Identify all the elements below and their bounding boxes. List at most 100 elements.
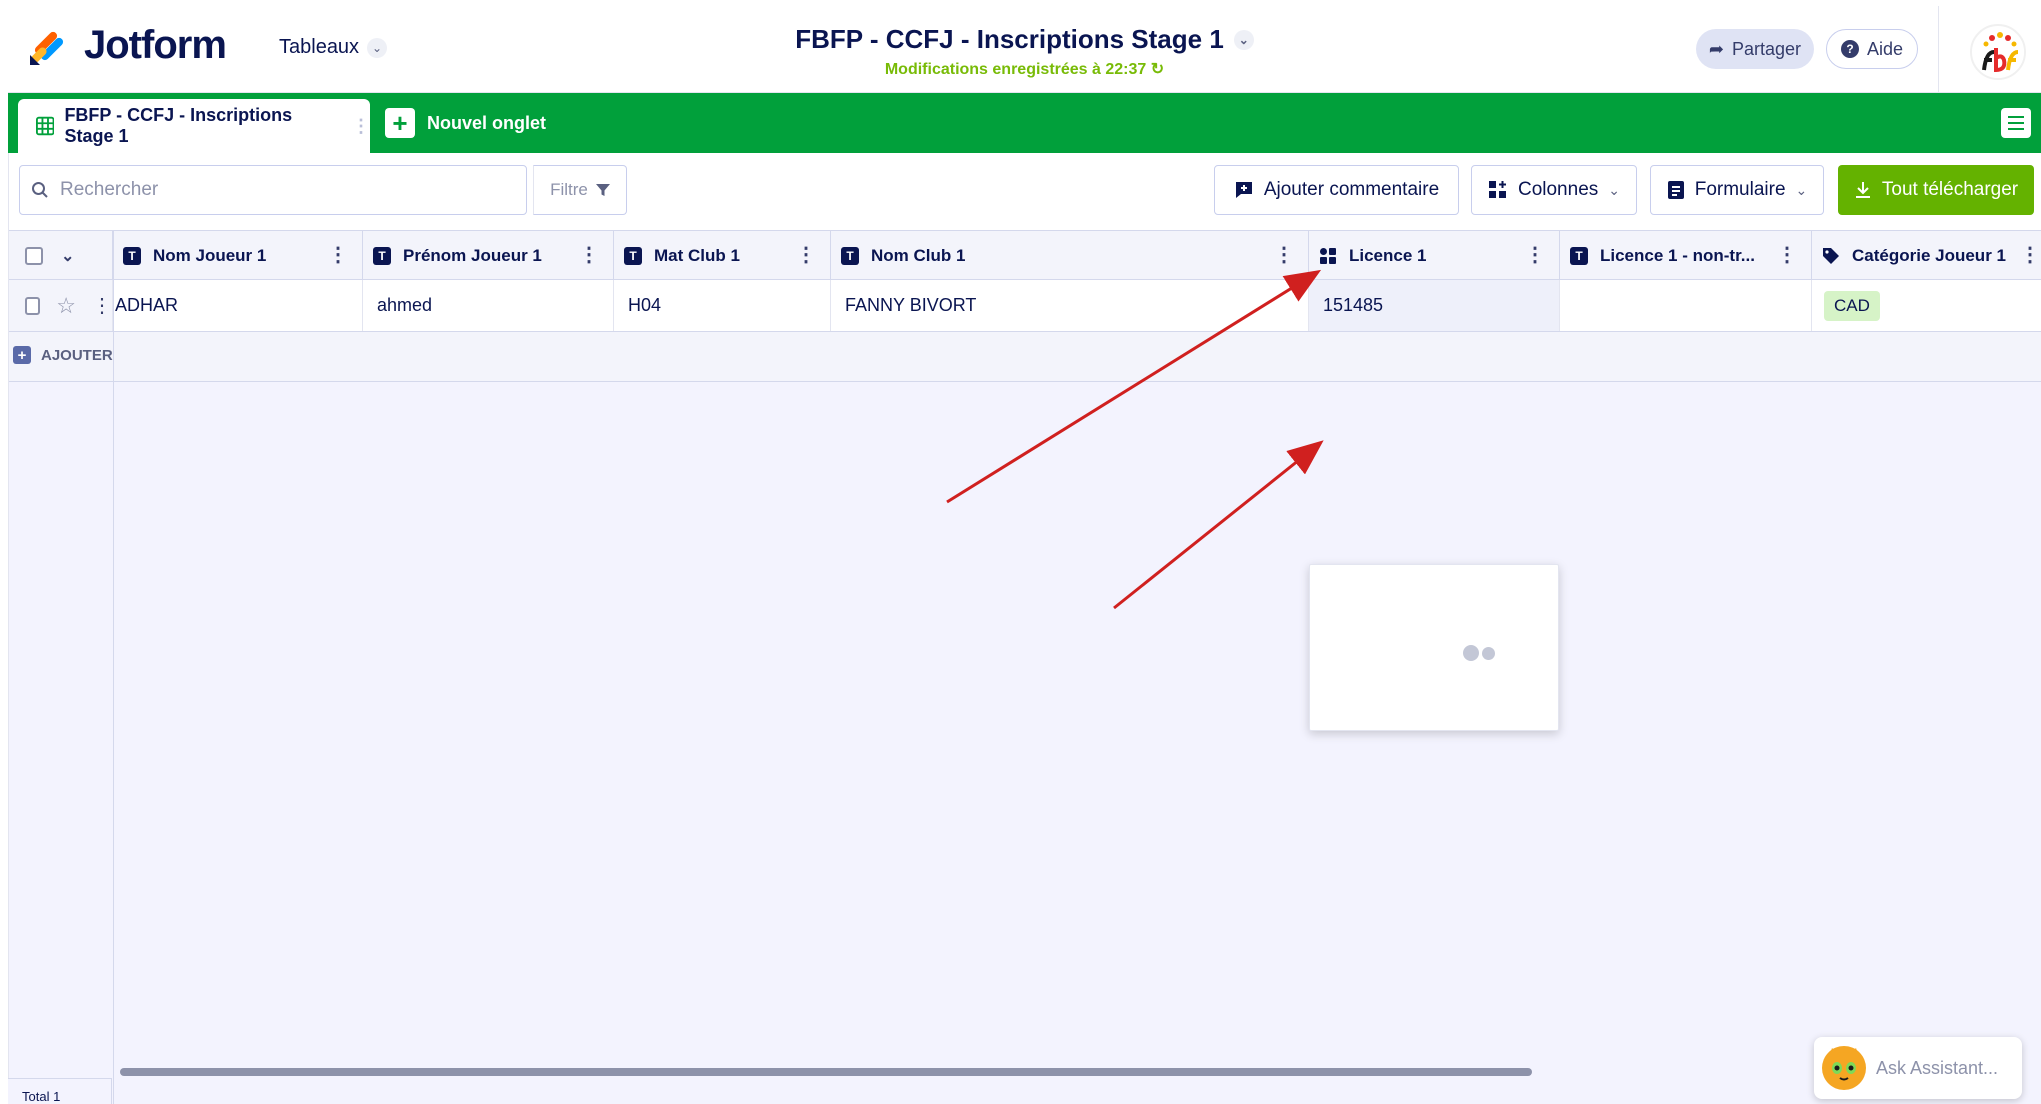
- add-comment-button[interactable]: Ajouter commentaire: [1214, 165, 1459, 215]
- cell-licence[interactable]: 151485: [1309, 280, 1560, 331]
- share-arrow-icon: ➦: [1708, 38, 1725, 59]
- column-menu-icon[interactable]: ⋮: [579, 245, 599, 265]
- horizontal-scrollbar-thumb[interactable]: [120, 1068, 1532, 1076]
- column-label: Nom Club 1: [871, 246, 966, 265]
- column-header-prenom-joueur[interactable]: T Prénom Joueur 1 ⋮: [363, 231, 614, 281]
- frozen-column-divider: [113, 230, 114, 1104]
- total-count: Total 1: [8, 1078, 112, 1104]
- tab-label: FBFP - CCFJ - Inscriptions Stage 1: [64, 105, 293, 146]
- select-all-checkbox[interactable]: [25, 247, 43, 265]
- share-button[interactable]: ➦ Partager: [1696, 29, 1814, 69]
- select-all-cell: ⌄: [9, 231, 113, 281]
- tab-inscriptions-stage-1[interactable]: FBFP - CCFJ - Inscriptions Stage 1 ⋮: [18, 99, 370, 153]
- column-menu-icon[interactable]: ⋮: [1525, 245, 1545, 265]
- download-icon: [1855, 182, 1870, 198]
- column-header-licence[interactable]: Licence 1 ⋮: [1309, 231, 1560, 281]
- add-row-bar: + AJOUTER: [9, 332, 2041, 382]
- form-chevron-down-icon: ⌄: [1795, 181, 1808, 198]
- cell-prenom-joueur[interactable]: ahmed: [363, 280, 614, 331]
- form-document-icon: [1667, 181, 1684, 199]
- total-label: Total 1: [22, 1089, 61, 1104]
- text-type-icon: T: [373, 247, 391, 265]
- category-badge: CAD: [1824, 290, 1880, 321]
- form-button[interactable]: Formulaire ⌄: [1650, 165, 1824, 215]
- refresh-icon: ↻: [1150, 61, 1165, 78]
- data-grid: ⌄ T Nom Joueur 1 ⋮ T Prénom Joueur 1 ⋮ T…: [8, 230, 2041, 1104]
- column-header-nom-club[interactable]: T Nom Club 1 ⋮: [831, 231, 1309, 281]
- tag-type-icon: [1823, 248, 1839, 264]
- select-menu-chevron-down-icon[interactable]: ⌄: [61, 246, 74, 266]
- comment-plus-icon: [1235, 182, 1252, 198]
- new-tab-label: Nouvel onglet: [427, 112, 547, 133]
- column-label: Licence 1: [1349, 246, 1427, 265]
- help-button[interactable]: ? Aide: [1826, 29, 1918, 69]
- text-type-icon: T: [624, 247, 642, 265]
- column-menu-icon[interactable]: ⋮: [328, 245, 348, 265]
- assistant-cat-avatar-icon: [1822, 1046, 1866, 1090]
- new-tab-button[interactable]: + Nouvel onglet: [385, 108, 546, 138]
- row-controls: ☆ ⋮: [9, 280, 113, 331]
- form-label: Formulaire: [1694, 179, 1786, 200]
- search-box: [19, 165, 527, 215]
- table-grid-icon: [36, 116, 55, 136]
- widget-type-icon: [1320, 248, 1336, 264]
- table-row[interactable]: ☆ ⋮ ADHAR ahmed H04 FANNY BIVORT 151485 …: [9, 280, 2041, 332]
- column-menu-icon[interactable]: ⋮: [796, 245, 816, 265]
- search-icon: [20, 181, 60, 199]
- column-label: Prénom Joueur 1: [403, 246, 542, 265]
- row-menu-icon[interactable]: ⋮: [92, 293, 112, 318]
- cell-mat-club[interactable]: H04: [614, 280, 831, 331]
- grid-header: ⌄ T Nom Joueur 1 ⋮ T Prénom Joueur 1 ⋮ T…: [9, 230, 2041, 281]
- column-header-mat-club[interactable]: T Mat Club 1 ⋮: [614, 231, 831, 281]
- column-menu-icon[interactable]: ⋮: [2020, 245, 2040, 265]
- column-menu-icon[interactable]: ⋮: [1274, 245, 1294, 265]
- columns-grid-icon: [1488, 181, 1506, 198]
- star-icon[interactable]: ☆: [56, 293, 76, 319]
- cell-nom-club[interactable]: FANNY BIVORT: [831, 280, 1309, 331]
- add-row-button[interactable]: + AJOUTER: [13, 346, 113, 364]
- ask-assistant-button[interactable]: Ask Assistant...: [1814, 1037, 2022, 1099]
- tab-bar: FBFP - CCFJ - Inscriptions Stage 1 ⋮ + N…: [8, 93, 2041, 153]
- loading-dots-icon: [1463, 645, 1495, 661]
- column-label: Nom Joueur 1: [153, 246, 267, 265]
- columns-button[interactable]: Colonnes ⌄: [1471, 165, 1637, 215]
- text-type-icon: T: [841, 247, 859, 265]
- document-title[interactable]: FBFP - CCFJ - Inscriptions Stage 1: [795, 24, 1224, 55]
- download-all-label: Tout télécharger: [1881, 179, 2019, 200]
- column-label: Mat Club 1: [654, 246, 740, 265]
- share-label: Partager: [1732, 38, 1802, 59]
- licence-widget-popup[interactable]: [1309, 564, 1559, 731]
- top-bar: Jotform Tableaux ⌄ FBFP - CCFJ - Inscrip…: [8, 6, 2041, 93]
- download-all-button[interactable]: Tout télécharger: [1838, 165, 2034, 215]
- title-chevron-down-icon[interactable]: ⌄: [1233, 29, 1254, 50]
- column-header-categorie[interactable]: Catégorie Joueur 1 ⋮: [1812, 231, 2041, 281]
- cell-licence-non-tr[interactable]: [1560, 280, 1812, 331]
- toolbar: Filtre Ajouter commentaire Colonnes ⌄ Fo…: [8, 153, 2041, 230]
- column-label: Licence 1 - non-tr...: [1600, 246, 1755, 265]
- cell-nom-joueur[interactable]: ADHAR: [113, 280, 363, 331]
- row-checkbox[interactable]: [25, 296, 41, 315]
- tab-options-icon[interactable]: ⋮: [352, 116, 370, 137]
- column-menu-icon[interactable]: ⋮: [1777, 245, 1797, 265]
- column-header-nom-joueur[interactable]: T Nom Joueur 1 ⋮: [113, 231, 363, 281]
- filter-button[interactable]: Filtre: [533, 165, 627, 215]
- column-label: Catégorie Joueur 1: [1852, 246, 2006, 265]
- hamburger-menu-icon[interactable]: [2001, 108, 2031, 138]
- assistant-label: Ask Assistant...: [1876, 1057, 1999, 1078]
- add-comment-label: Ajouter commentaire: [1263, 179, 1440, 200]
- column-header-licence-non-tr[interactable]: T Licence 1 - non-tr... ⋮: [1560, 231, 1812, 281]
- help-icon: ?: [1840, 40, 1859, 58]
- add-row-label: AJOUTER: [41, 346, 113, 364]
- columns-chevron-down-icon: ⌄: [1608, 181, 1620, 198]
- filter-funnel-icon: [595, 184, 610, 196]
- columns-label: Colonnes: [1517, 179, 1599, 200]
- filter-label: Filtre: [550, 180, 588, 199]
- help-label: Aide: [1866, 38, 1904, 59]
- cell-categorie[interactable]: CAD: [1812, 280, 2041, 331]
- search-input[interactable]: [60, 179, 480, 201]
- save-status-text: Modifications enregistrées à 22:37: [884, 61, 1147, 78]
- avatar[interactable]: [1970, 24, 2026, 80]
- header-divider: [1938, 6, 1939, 93]
- add-plus-icon: +: [13, 346, 31, 364]
- plus-icon: +: [385, 108, 415, 138]
